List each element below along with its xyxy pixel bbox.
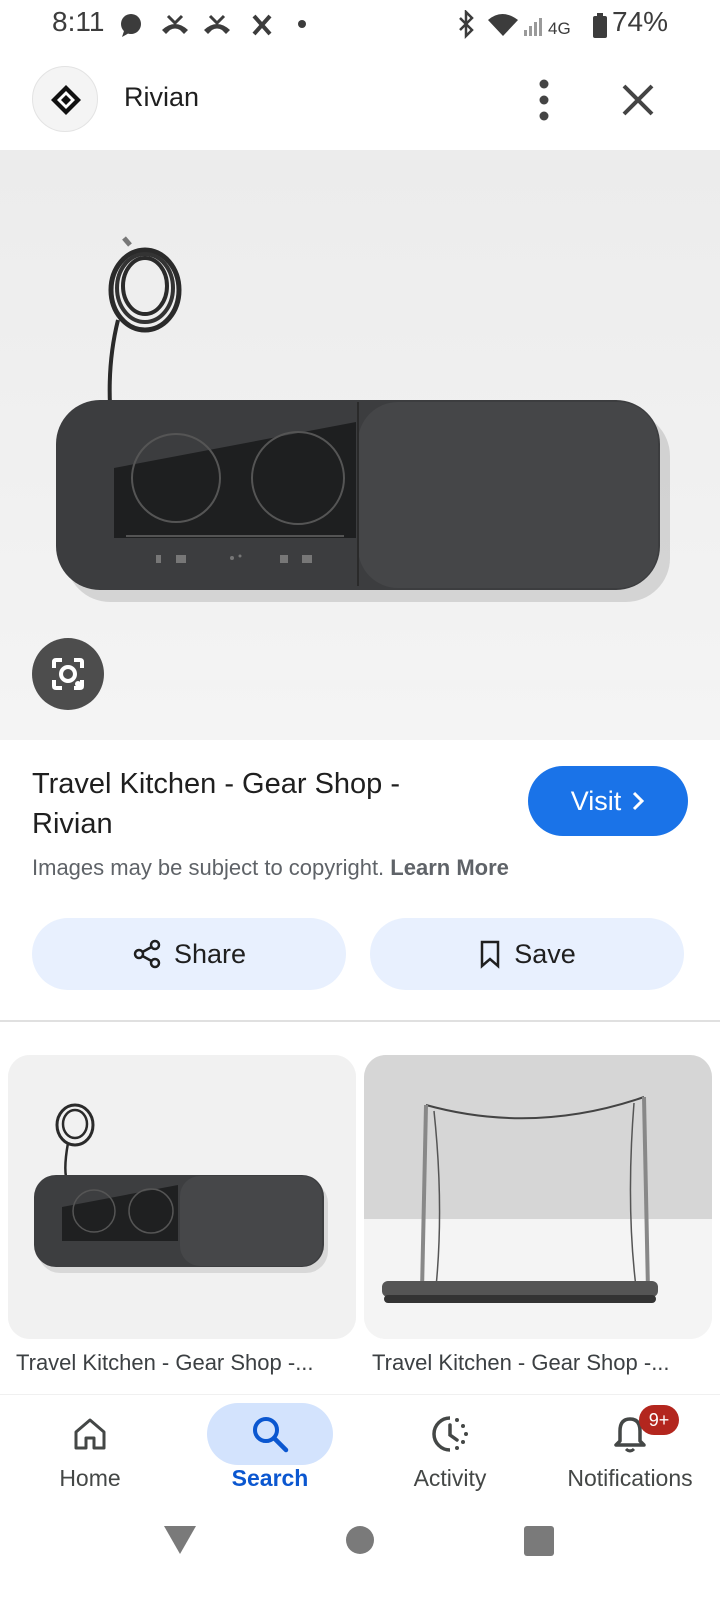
battery-icon <box>593 13 607 38</box>
google-lens-button[interactable] <box>32 638 104 710</box>
nav-activity-label: Activity <box>413 1465 487 1491</box>
travel-kitchen-frame-thumbnail <box>364 1055 712 1339</box>
divider <box>0 1020 720 1022</box>
status-bar: 8:11 4G 74% <box>0 0 720 50</box>
travel-kitchen-image <box>0 150 720 740</box>
nav-search-icon-wrap <box>207 1403 333 1465</box>
rivian-logo-icon <box>51 85 81 115</box>
notification-badge: 9+ <box>639 1405 679 1435</box>
bottom-nav: Home Search Activity 9+ Notifications <box>0 1394 720 1515</box>
related-title-1[interactable]: Travel Kitchen - Gear Shop -... <box>16 1350 356 1376</box>
nav-home-icon-wrap <box>27 1403 153 1465</box>
dot-icon <box>298 20 306 28</box>
bookmark-icon <box>480 940 500 969</box>
visit-label: Visit <box>570 785 622 816</box>
back-icon[interactable] <box>160 1522 200 1558</box>
copyright-text: Images may be subject to copyright. <box>32 855 385 880</box>
related-title-2[interactable]: Travel Kitchen - Gear Shop -... <box>372 1350 712 1376</box>
recents-icon[interactable] <box>522 1522 556 1558</box>
x-icon <box>252 14 272 36</box>
site-name[interactable]: Rivian <box>124 82 199 113</box>
system-nav-bar <box>0 1514 720 1600</box>
status-right-icons: 4G <box>459 10 607 40</box>
more-options-button[interactable] <box>524 72 564 128</box>
learn-more-link[interactable]: Learn More <box>390 855 509 880</box>
share-label: Share <box>173 938 247 969</box>
svg-text:4G: 4G <box>548 19 571 38</box>
share-button[interactable]: Share <box>32 918 346 990</box>
nav-notifications-label: Notifications <box>567 1465 693 1491</box>
missed-call-icon <box>204 14 230 34</box>
site-logo[interactable] <box>32 66 98 132</box>
wifi-icon <box>488 14 518 36</box>
more-vert-icon <box>539 79 549 121</box>
status-left-icons <box>121 14 306 37</box>
activity-icon <box>432 1416 468 1452</box>
visit-button[interactable]: Visit <box>528 766 688 836</box>
chevron-right-icon <box>633 791 645 811</box>
hero-image[interactable] <box>0 150 720 740</box>
home-icon <box>74 1418 106 1450</box>
nav-search[interactable]: Search <box>180 1395 360 1515</box>
home-circle-icon[interactable] <box>344 1522 376 1558</box>
bluetooth-icon <box>459 10 474 40</box>
close-icon <box>622 84 654 116</box>
chat-icon <box>121 14 141 37</box>
save-label: Save <box>514 938 576 969</box>
nav-search-label: Search <box>231 1465 309 1491</box>
save-button[interactable]: Save <box>370 918 684 990</box>
nav-home-label: Home <box>59 1465 121 1491</box>
nav-activity-icon-wrap <box>387 1403 513 1465</box>
result-title[interactable]: Travel Kitchen - Gear Shop - Rivian <box>32 764 452 844</box>
status-time: 8:11 <box>52 6 105 37</box>
battery-percent: 74% <box>611 6 668 37</box>
nav-home[interactable]: Home <box>0 1395 180 1515</box>
signal-icon <box>524 18 542 36</box>
nav-activity[interactable]: Activity <box>360 1395 540 1515</box>
lens-icon <box>52 658 84 690</box>
nav-notifications[interactable]: 9+ Notifications <box>540 1395 720 1515</box>
travel-kitchen-thumbnail <box>8 1055 356 1339</box>
share-icon <box>133 939 161 969</box>
related-image-2[interactable] <box>364 1055 712 1339</box>
search-icon <box>253 1417 289 1453</box>
missed-call-icon <box>162 14 188 34</box>
close-button[interactable] <box>614 76 662 124</box>
related-image-1[interactable] <box>8 1055 356 1339</box>
copyright-notice: Images may be subject to copyright. Lear… <box>32 855 509 881</box>
